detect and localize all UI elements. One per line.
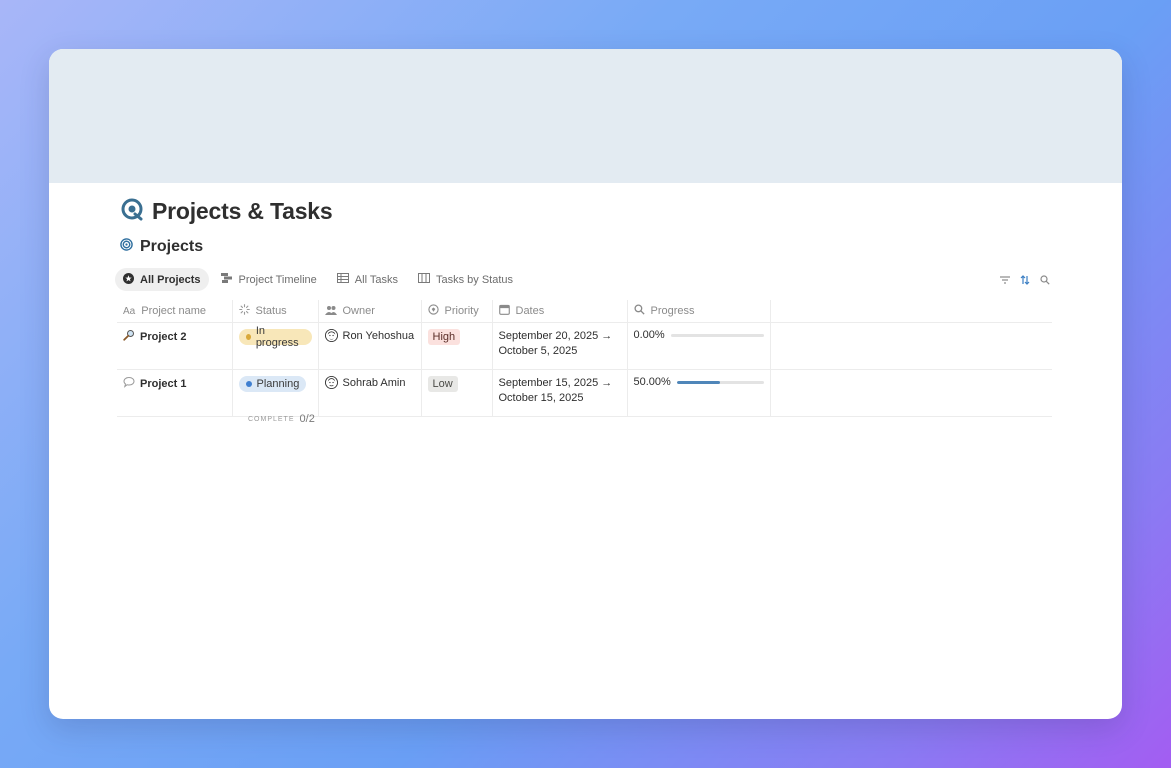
cell-owner[interactable]: Ron Yehoshua (317, 322, 421, 370)
column-header-project-name[interactable]: Aa Project name (117, 300, 232, 323)
priority-tag: High (427, 329, 461, 345)
status-dot (245, 334, 251, 340)
cell-project-name[interactable]: Project 2 (117, 322, 232, 370)
cell-progress[interactable]: 0.00% (626, 322, 770, 370)
page-title-text[interactable]: Projects & Tasks (152, 198, 333, 225)
cell-empty (769, 369, 1052, 417)
column-header-empty (769, 300, 1052, 323)
database-title: Projects (120, 238, 203, 256)
table-row[interactable]: Project 1 Planning Sohrab Amin Low Septe… (117, 369, 1052, 417)
target-refresh-icon[interactable] (120, 197, 144, 226)
date-end: October 5, 2025 (498, 345, 578, 357)
people-icon (324, 305, 337, 318)
tab-label: Tasks by Status (436, 273, 514, 286)
status-calculation[interactable]: COMPLETE 0/2 (248, 413, 315, 425)
view-toolbar (1000, 274, 1050, 286)
tab-label: All Projects (140, 273, 201, 286)
status-badge: Planning (238, 376, 307, 392)
tab-tasks-by-status[interactable]: Tasks by Status (410, 268, 521, 291)
cell-status[interactable]: In progress (231, 322, 318, 370)
timeline-icon (220, 273, 233, 286)
status-icon (238, 304, 250, 318)
tab-label: All Tasks (354, 273, 398, 286)
column-header-owner[interactable]: Owner (317, 300, 421, 323)
column-header-status[interactable]: Status (231, 300, 318, 323)
target-icon (120, 238, 133, 256)
priority-tag: Low (427, 376, 458, 392)
search-icon[interactable] (1040, 274, 1050, 286)
cell-progress[interactable]: 50.00% (626, 369, 770, 417)
status-dot (245, 381, 252, 387)
table-icon (336, 273, 349, 286)
search-icon (633, 304, 645, 318)
cell-owner[interactable]: Sohrab Amin (317, 369, 421, 417)
column-header-progress[interactable]: Progress (626, 300, 770, 323)
table-row[interactable]: Project 2 In progress Ron Yehoshua High … (117, 322, 1052, 370)
tab-label: Project Timeline (238, 273, 317, 286)
tab-all-projects[interactable]: All Projects (115, 268, 209, 291)
cell-empty (769, 322, 1052, 370)
calc-value: 0/2 (299, 413, 315, 425)
column-header-dates[interactable]: Dates (491, 300, 627, 323)
cell-dates[interactable]: September 20, 2025 → October 5, 2025 (491, 322, 627, 370)
calc-label: COMPLETE (248, 415, 295, 423)
text-icon: Aa (123, 305, 136, 317)
priority-icon (427, 304, 439, 318)
cell-priority[interactable]: Low (420, 369, 492, 417)
column-header-priority[interactable]: Priority (420, 300, 492, 323)
progress-bar-fill (676, 380, 721, 384)
page-title: Projects & Tasks (120, 197, 333, 226)
board-icon (418, 273, 430, 286)
status-badge: In progress (238, 325, 312, 349)
date-start: September 15, 2025 → (498, 377, 613, 389)
projects-table: Aa Project name Status Owner Priority Da… (117, 300, 1052, 417)
tab-project-timeline[interactable]: Project Timeline (213, 268, 325, 291)
notion-window: Projects & Tasks Projects All Projects P… (49, 49, 1122, 719)
table-header: Aa Project name Status Owner Priority Da… (117, 300, 1052, 323)
progress-bar (676, 380, 764, 384)
page-cover (49, 49, 1122, 183)
sort-icon[interactable] (1020, 274, 1030, 286)
database-title-text[interactable]: Projects (140, 238, 203, 256)
avatar (324, 376, 338, 389)
speech-bubble-icon (123, 376, 135, 391)
cell-status[interactable]: Planning (231, 369, 318, 417)
calendar-icon (498, 304, 510, 318)
date-start: September 20, 2025 → (498, 330, 613, 342)
progress-text: 0.00% (633, 329, 665, 341)
cell-dates[interactable]: September 15, 2025 → October 15, 2025 (491, 369, 627, 417)
magnifier-icon (123, 329, 135, 344)
tab-all-tasks[interactable]: All Tasks (329, 268, 406, 291)
cell-project-name[interactable]: Project 1 (117, 369, 232, 417)
avatar (324, 329, 338, 342)
progress-text: 50.00% (633, 376, 671, 388)
star-circle-icon (123, 272, 134, 287)
cell-priority[interactable]: High (420, 322, 492, 370)
filter-icon[interactable] (1000, 274, 1010, 286)
view-tabs: All Projects Project Timeline All Tasks … (115, 268, 521, 291)
progress-bar (670, 333, 764, 337)
date-end: October 15, 2025 (498, 392, 584, 404)
